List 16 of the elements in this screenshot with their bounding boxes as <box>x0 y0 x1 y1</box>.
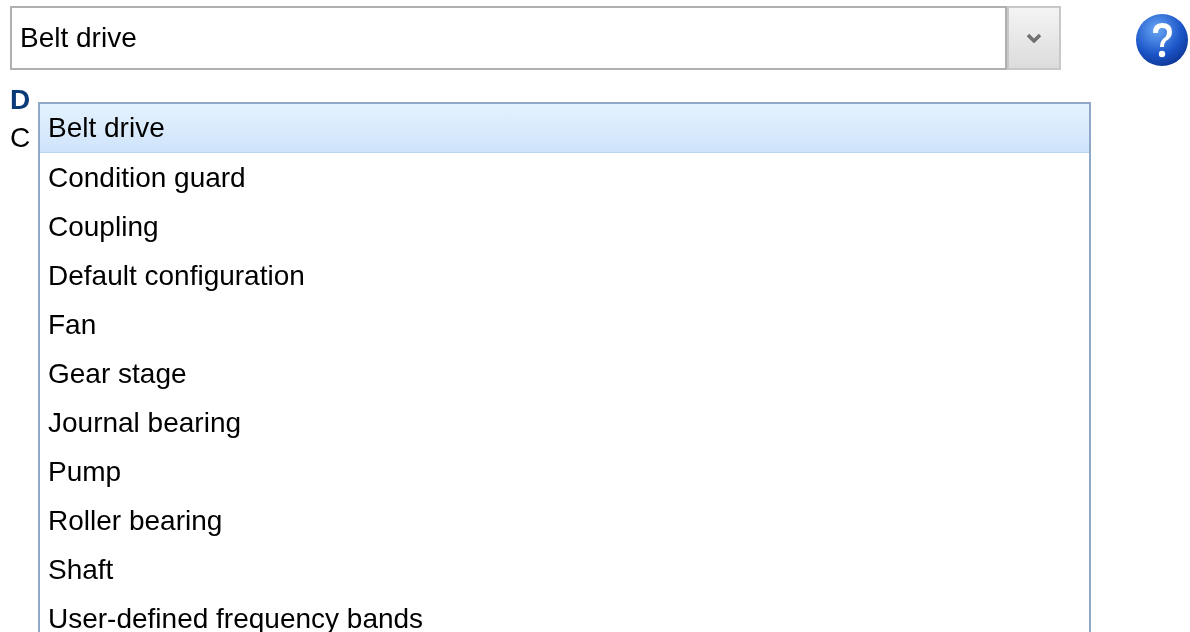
dropdown-option[interactable]: Roller bearing <box>40 496 1089 545</box>
dropdown-option[interactable]: Belt drive <box>40 104 1089 153</box>
dropdown-option[interactable]: Condition guard <box>40 153 1089 202</box>
dropdown-option[interactable]: Coupling <box>40 202 1089 251</box>
selected-value: Belt drive <box>20 21 137 55</box>
dropdown-option[interactable]: Gear stage <box>40 349 1089 398</box>
chevron-down-icon <box>1026 33 1042 43</box>
dropdown-option[interactable]: Default configuration <box>40 251 1089 300</box>
dropdown-option[interactable]: Pump <box>40 447 1089 496</box>
description-text: C <box>10 122 31 154</box>
help-icon[interactable] <box>1135 12 1189 68</box>
select-field[interactable]: Belt drive <box>10 6 1007 70</box>
description-label: D <box>10 84 31 116</box>
dropdown-option[interactable]: Fan <box>40 300 1089 349</box>
dropdown-option[interactable]: Shaft <box>40 545 1089 594</box>
dropdown-option[interactable]: Journal bearing <box>40 398 1089 447</box>
